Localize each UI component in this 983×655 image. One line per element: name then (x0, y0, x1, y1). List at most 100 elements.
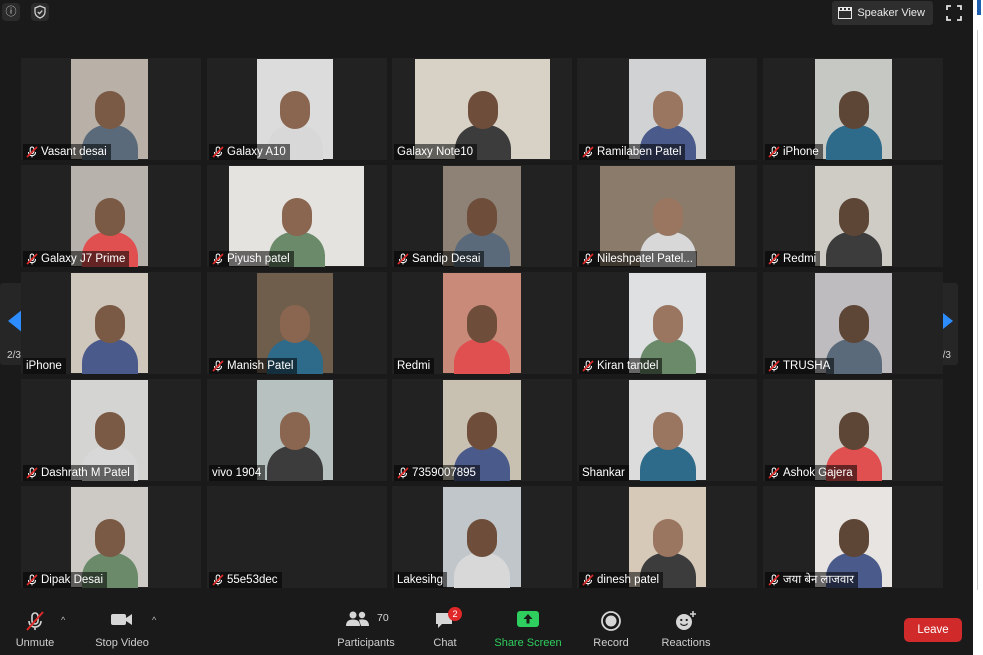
participant-tile[interactable]: जया बेन लाजवार (763, 486, 943, 588)
participant-head (838, 91, 869, 129)
participant-tile[interactable]: vivo 1904 (207, 379, 387, 481)
participant-name-label: Kiran tandel (579, 358, 663, 374)
muted-mic-icon (768, 467, 780, 479)
participant-tile[interactable]: iPhone (21, 272, 201, 374)
speaker-view-button[interactable]: Speaker View (832, 1, 933, 25)
participant-tile[interactable]: Shankar (577, 379, 757, 481)
reactions-label: Reactions (661, 637, 711, 649)
participant-tile[interactable]: 55e53dec (207, 486, 387, 588)
edge-divider (977, 30, 978, 590)
muted-mic-icon (212, 574, 224, 586)
participant-name-label: vivo 1904 (209, 465, 266, 481)
participant-video (629, 380, 706, 481)
participant-shoulders (454, 553, 510, 588)
reactions-button[interactable]: Reactions (656, 599, 716, 655)
participant-tile[interactable]: 7359007895 (392, 379, 572, 481)
participant-head (652, 412, 683, 450)
participant-tile[interactable]: Redmi (763, 165, 943, 267)
stop-video-button[interactable]: Stop Video (88, 599, 156, 655)
participant-head (94, 305, 125, 343)
participant-shoulders (454, 339, 510, 374)
muted-mic-icon (212, 146, 224, 158)
participant-name: Redmi (397, 360, 431, 372)
participant-name: Galaxy J7 Prime (41, 253, 126, 265)
participant-name: Lakesihg (397, 574, 444, 586)
participant-name-label: TRUSHA (765, 358, 835, 374)
meeting-info-icon[interactable]: ⓘ (2, 3, 20, 21)
muted-mic-icon (212, 360, 224, 372)
participant-tile[interactable]: Vasant desai (21, 58, 201, 160)
participant-name: iPhone (26, 360, 62, 372)
participants-count: 70 (377, 612, 389, 624)
security-shield-icon[interactable] (31, 3, 49, 21)
muted-mic-icon (26, 253, 38, 265)
participant-tile[interactable]: Redmi (392, 272, 572, 374)
participant-tile[interactable]: Lakesihg (392, 486, 572, 588)
muted-mic-icon (397, 467, 409, 479)
share-screen-icon (516, 610, 540, 631)
video-options-chevron-up-icon[interactable]: ^ (152, 615, 156, 625)
record-button[interactable]: Record (588, 599, 634, 655)
participant-tile[interactable]: Kiran tandel (577, 272, 757, 374)
participant-video (71, 273, 148, 374)
participant-tile[interactable]: TRUSHA (763, 272, 943, 374)
participant-shoulders (825, 232, 882, 267)
participant-name-label: Sandip Desai (394, 251, 485, 267)
top-bar: ⓘ Speaker View (0, 0, 973, 28)
participant-name: Ashok Gajera (783, 467, 853, 479)
participant-head (467, 519, 497, 557)
muted-mic-icon (26, 467, 38, 479)
participant-head (652, 305, 683, 343)
share-screen-label: Share Screen (494, 637, 562, 649)
participant-name: Shankar (582, 467, 625, 479)
participant-head (838, 198, 869, 236)
participant-tile[interactable]: Dipak Desai (21, 486, 201, 588)
participant-video (815, 166, 892, 267)
participant-tile[interactable]: Piyush patel (207, 165, 387, 267)
audio-options-chevron-up-icon[interactable]: ^ (61, 615, 65, 625)
participant-shoulders (267, 446, 323, 481)
participant-tile[interactable]: dinesh patel (577, 486, 757, 588)
participant-name-label: Manish Patel (209, 358, 298, 374)
participant-video (443, 273, 521, 374)
participant-name-label: Shankar (579, 465, 629, 481)
meeting-toolbar: Unmute ^ Stop Video ^ 70 Participants 2 … (0, 599, 973, 655)
participant-name-label: Ashok Gajera (765, 465, 857, 481)
participant-head (467, 412, 497, 450)
muted-mic-icon (582, 574, 594, 586)
share-screen-button[interactable]: Share Screen (490, 599, 566, 655)
participant-name-label: 7359007895 (394, 465, 480, 481)
participant-head (467, 198, 497, 236)
chat-button[interactable]: 2 Chat (422, 599, 468, 655)
participant-name-label: iPhone (765, 144, 823, 160)
participant-name-label: Piyush patel (209, 251, 294, 267)
participant-name: Kiran tandel (597, 360, 659, 372)
participant-name: Galaxy A10 (227, 146, 286, 158)
video-camera-icon (110, 610, 134, 631)
participant-name-label: Vasant desai (23, 144, 111, 160)
participant-tile[interactable]: Dashrath M Patel (21, 379, 201, 481)
leave-meeting-button[interactable]: Leave (904, 618, 962, 642)
adjacent-window-edge (973, 0, 983, 655)
unmute-button[interactable]: Unmute (6, 599, 64, 655)
muted-mic-icon (26, 574, 38, 586)
participant-tile[interactable]: iPhone (763, 58, 943, 160)
add-reaction-smiley-icon (674, 610, 698, 635)
participants-icon (345, 610, 371, 631)
participant-name-label: Galaxy J7 Prime (23, 251, 130, 267)
participant-head (652, 519, 683, 557)
participant-video (257, 380, 333, 481)
participant-tile[interactable]: Galaxy A10 (207, 58, 387, 160)
participant-tile[interactable]: Ashok Gajera (763, 379, 943, 481)
participant-name: Dipak Desai (41, 574, 103, 586)
participant-tile[interactable]: Sandip Desai (392, 165, 572, 267)
fullscreen-icon[interactable] (945, 4, 963, 22)
participant-head (94, 198, 125, 236)
participant-name: 55e53dec (227, 574, 278, 586)
participant-tile[interactable]: Galaxy J7 Prime (21, 165, 201, 267)
participant-tile[interactable]: Manish Patel (207, 272, 387, 374)
participant-tile[interactable]: Galaxy Note10 (392, 58, 572, 160)
participant-tile[interactable]: Nileshpatel Patel... (577, 165, 757, 267)
participants-button[interactable]: 70 Participants (332, 599, 400, 655)
participant-tile[interactable]: Ramilaben Patel (577, 58, 757, 160)
